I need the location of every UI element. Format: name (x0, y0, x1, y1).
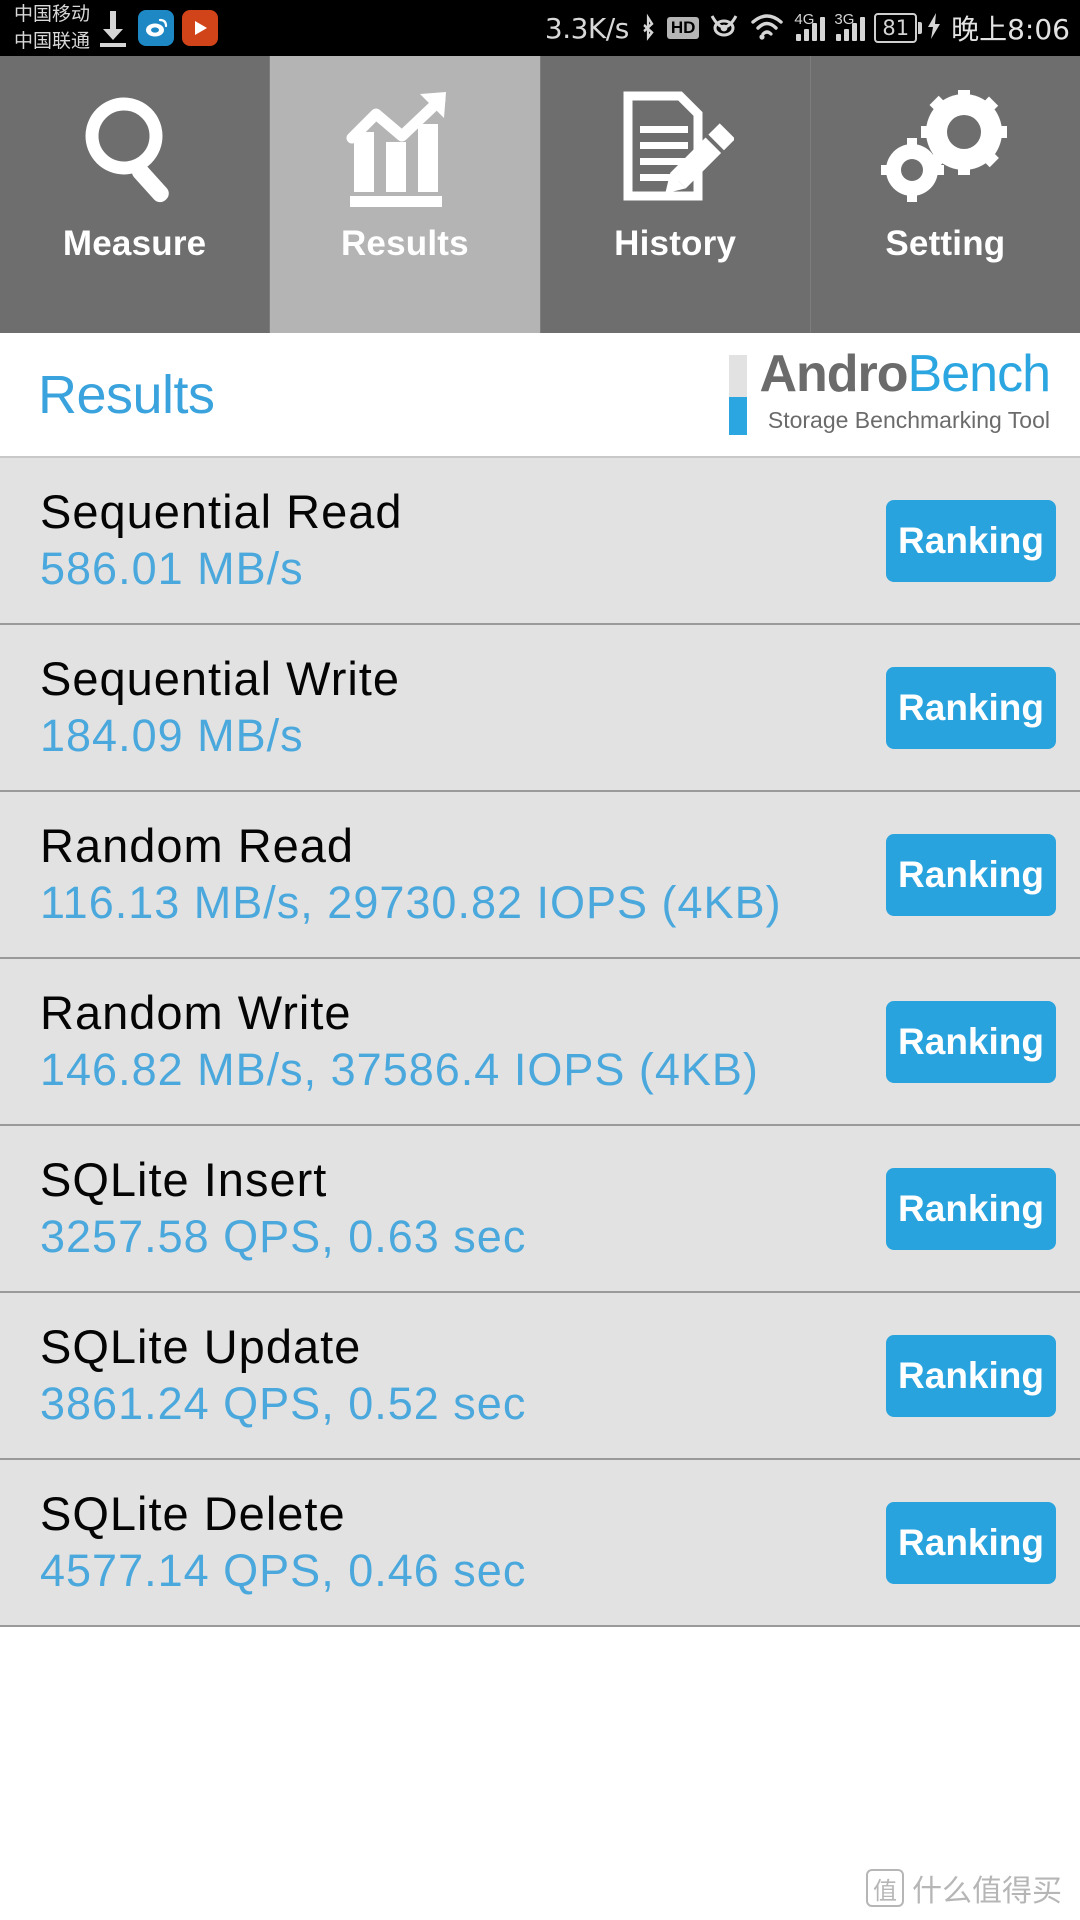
ranking-button[interactable]: Ranking (886, 1001, 1056, 1083)
tab-measure-label: Measure (62, 224, 207, 263)
sim1-network-label: 4G (794, 11, 815, 28)
ranking-button[interactable]: Ranking (886, 1335, 1056, 1417)
table-row[interactable]: Sequential Read 586.01 MB/s Ranking (0, 458, 1080, 625)
ranking-button[interactable]: Ranking (886, 667, 1056, 749)
table-row[interactable]: Random Write 146.82 MB/s, 37586.4 IOPS (… (0, 959, 1080, 1126)
magnifier-icon (76, 84, 194, 216)
page-header: Results AndroBench Storage Benchmarking … (0, 333, 1080, 458)
gears-icon (880, 84, 1010, 216)
notification-icons (138, 10, 219, 46)
document-pencil-icon (616, 84, 735, 216)
tab-history-label: History (614, 224, 737, 263)
clock-label: 晚上8:06 (951, 13, 1070, 46)
weibo-app-icon (138, 10, 175, 46)
carrier-line-1: 中国移动 (14, 3, 91, 25)
ranking-button[interactable]: Ranking (886, 500, 1056, 582)
tab-setting-label: Setting (885, 224, 1006, 263)
download-arrow-icon (98, 7, 128, 49)
hd-voice-icon: HD (666, 17, 700, 39)
sim2-signal-indicator: 3G (834, 11, 866, 41)
bar-chart-trend-icon (346, 84, 464, 216)
ranking-button[interactable]: Ranking (886, 1502, 1056, 1584)
sim2-network-label: 3G (834, 11, 855, 28)
watermark-logo-icon: 值 (866, 1869, 904, 1907)
status-bar: 中国移动 中国联通 3.3K/s HD 4G 3G 81 晚上8:06 (0, 0, 1080, 56)
table-row[interactable]: Sequential Write 184.09 MB/s Ranking (0, 625, 1080, 792)
table-row[interactable]: Random Read 116.13 MB/s, 29730.82 IOPS (… (0, 792, 1080, 959)
logo-bar-icon (729, 355, 748, 435)
wifi-icon (749, 11, 785, 46)
ranking-button[interactable]: Ranking (886, 834, 1056, 916)
table-row[interactable]: SQLite Delete 4577.14 QPS, 0.46 sec Rank… (0, 1460, 1080, 1627)
ranking-button[interactable]: Ranking (886, 1168, 1056, 1250)
results-list: Sequential Read 586.01 MB/s Ranking Sequ… (0, 458, 1080, 1627)
main-tab-bar: Measure Results History Setting (0, 56, 1080, 333)
page-title: Results (38, 364, 215, 425)
tab-setting[interactable]: Setting (810, 56, 1080, 333)
tab-results[interactable]: Results (270, 56, 541, 333)
brand-name-first: Andro (759, 345, 908, 403)
watermark-text: 什么值得买 (912, 1874, 1062, 1909)
table-row[interactable]: SQLite Update 3861.24 QPS, 0.52 sec Rank… (0, 1293, 1080, 1460)
tab-history[interactable]: History (540, 56, 811, 333)
video-player-app-icon (182, 10, 219, 46)
tab-measure[interactable]: Measure (0, 56, 271, 333)
charging-bolt-icon (926, 12, 942, 45)
carrier-labels: 中国移动 中国联通 (14, 1, 90, 55)
status-bar-right-group: 3.3K/s HD 4G 3G 81 晚上8:06 (545, 0, 1070, 56)
site-watermark: 值 什么值得买 (866, 1866, 1062, 1910)
sim1-signal-indicator: 4G (794, 11, 826, 41)
table-row[interactable]: SQLite Insert 3257.58 QPS, 0.63 sec Rank… (0, 1126, 1080, 1293)
brand-text-group: AndroBench Storage Benchmarking Tool (759, 345, 1051, 434)
brand-subtitle: Storage Benchmarking Tool (767, 407, 1050, 433)
carrier-line-2: 中国联通 (14, 30, 91, 52)
tab-results-label: Results (340, 224, 469, 263)
battery-indicator: 81 (874, 13, 922, 43)
androbench-logo: AndroBench Storage Benchmarking Tool (729, 345, 1051, 435)
bluetooth-icon (638, 10, 658, 47)
brand-name: AndroBench (759, 345, 1051, 403)
brand-name-second: Bench (907, 345, 1051, 403)
eye-care-icon (708, 12, 740, 45)
network-speed-label: 3.3K/s (544, 11, 629, 45)
